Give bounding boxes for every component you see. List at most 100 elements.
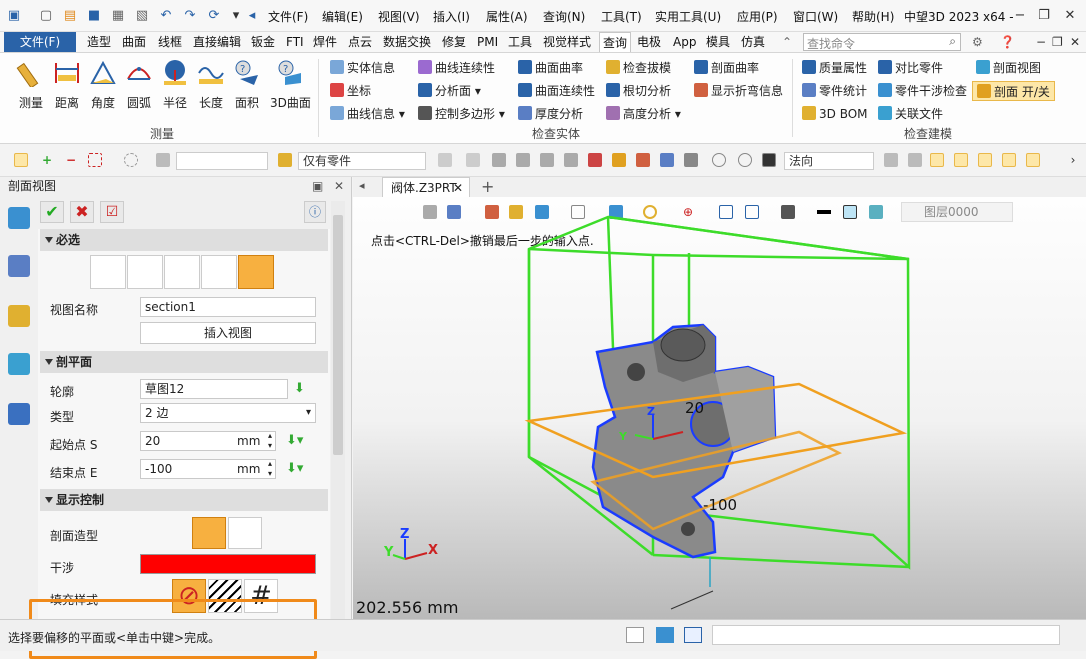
open-file-icon[interactable]: ▤ <box>62 8 78 24</box>
arc-button[interactable]: 圆弧 <box>122 57 156 111</box>
status-list-icon[interactable] <box>684 627 702 643</box>
empty-filter-combo[interactable] <box>176 152 268 170</box>
align2-icon[interactable] <box>516 153 530 167</box>
doc-close-icon[interactable]: ✕ <box>1070 32 1080 52</box>
interference-color-swatch[interactable] <box>140 554 316 574</box>
menu-insert[interactable]: 插入(I) <box>433 8 470 25</box>
lasso-icon[interactable] <box>124 153 138 167</box>
start-pick-icon[interactable]: ⬇▾ <box>286 433 303 448</box>
camera-icon[interactable] <box>684 153 698 167</box>
type-select[interactable]: 2 边 ▾ <box>140 403 316 423</box>
height-analysis-button[interactable]: 高度分析 ▾ <box>606 104 681 124</box>
interference-check-button[interactable]: 零件干涉检查 <box>878 81 967 101</box>
plane-section-header[interactable]: 剖平面 <box>40 351 328 373</box>
tag3-icon[interactable] <box>660 153 674 167</box>
settings-gear-icon[interactable]: ⚙ <box>972 32 983 52</box>
close-icon[interactable]: ✕ <box>1062 8 1078 24</box>
tab-fti[interactable]: FTI <box>286 32 304 52</box>
new-file-icon[interactable]: ▢ <box>38 8 54 24</box>
doc-restore-icon[interactable]: ❐ <box>1052 32 1063 52</box>
qa-dropdown-icon[interactable]: ▾ <box>228 8 244 24</box>
part-filter-combo[interactable]: 仅有零件 <box>298 152 426 170</box>
menu-edit[interactable]: 编辑(E) <box>322 8 363 25</box>
box-select-icon[interactable] <box>88 153 102 167</box>
area-button[interactable]: ? 面积 <box>230 57 264 111</box>
view-name-input[interactable]: section1 <box>140 297 316 317</box>
menu-tools[interactable]: 工具(T) <box>601 8 642 25</box>
cross-plane-section-icon[interactable] <box>164 255 200 289</box>
status-doc-icon[interactable] <box>626 627 644 643</box>
tab-app[interactable]: App <box>673 32 696 52</box>
part-filter-icon[interactable] <box>278 153 292 167</box>
tab-query[interactable]: 查询 <box>599 32 632 52</box>
end-spinner-icon[interactable]: ▴ ▾ <box>268 459 272 479</box>
line-icon[interactable] <box>978 153 992 167</box>
section-view-button[interactable]: 剖面视图 <box>976 58 1041 78</box>
coordinate-button[interactable]: 坐标 <box>330 81 371 101</box>
snap2-icon[interactable] <box>466 153 480 167</box>
tab-data-exchange[interactable]: 数据交换 <box>383 32 431 52</box>
add-icon[interactable]: + <box>40 153 54 167</box>
filter-icon[interactable] <box>156 153 170 167</box>
panel-scrollbar[interactable] <box>331 201 345 619</box>
align3-icon[interactable] <box>540 153 554 167</box>
start-spinner-icon[interactable]: ▴ ▾ <box>268 431 272 451</box>
length-button[interactable]: 长度 <box>194 57 228 111</box>
save-as-icon[interactable]: ▧ <box>134 8 150 24</box>
tab-direct-edit[interactable]: 直接编辑 <box>193 32 241 52</box>
doc-minimize-icon[interactable]: − <box>1036 32 1046 52</box>
surface-continuity-button[interactable]: 曲面连续性 <box>518 81 595 101</box>
section-curvature-button[interactable]: 剖面曲率 <box>694 58 759 78</box>
required-section-header[interactable]: 必选 <box>40 229 328 251</box>
align4-icon[interactable] <box>564 153 578 167</box>
tab-file[interactable]: 文件(F) <box>4 32 76 52</box>
end-point-input[interactable]: -100 mm ▴ ▾ <box>140 459 276 479</box>
display-section-header[interactable]: 显示控制 <box>40 489 328 511</box>
user-tab-icon[interactable] <box>8 403 30 425</box>
restore-icon[interactable]: ❐ <box>1036 8 1052 24</box>
command-search-input[interactable]: 查找命令 ⌕ <box>803 33 961 51</box>
measure-button[interactable]: 测量 <box>14 57 48 111</box>
distance-button[interactable]: 距离 <box>50 57 84 111</box>
points-icon[interactable] <box>954 153 968 167</box>
menu-query[interactable]: 查询(N) <box>543 8 585 25</box>
tab-point-cloud[interactable]: 点云 <box>348 32 372 52</box>
tab-tools[interactable]: 工具 <box>508 32 532 52</box>
status-display-icon[interactable] <box>656 627 674 643</box>
draft-check-button[interactable]: 检查拔模 <box>606 58 671 78</box>
section-toggle-button[interactable]: 剖面 开/关 <box>972 81 1055 101</box>
panel-scrollbar-thumb[interactable] <box>333 215 343 455</box>
related-files-button[interactable]: 关联文件 <box>878 104 943 124</box>
redo-icon[interactable]: ↷ <box>182 8 198 24</box>
arrow-icon[interactable] <box>588 153 602 167</box>
select-arrow-icon[interactable] <box>14 153 28 167</box>
tab-pmi[interactable]: PMI <box>477 32 498 52</box>
start-point-input[interactable]: 20 mm ▴ ▾ <box>140 431 276 451</box>
box-section-icon[interactable] <box>201 255 237 289</box>
cancel-x-icon[interactable]: ✖ <box>70 201 94 223</box>
tab-repair[interactable]: 修复 <box>442 32 466 52</box>
apply-icon[interactable]: ☑ <box>100 201 124 223</box>
profile-section-icon[interactable] <box>238 255 274 289</box>
info-icon[interactable]: ⓘ <box>304 201 326 223</box>
part-statistics-button[interactable]: 零件统计 <box>802 81 867 101</box>
end-pick-icon[interactable]: ⬇▾ <box>286 461 303 476</box>
toolbar-more-icon[interactable]: › <box>1066 153 1080 167</box>
direction-arrow2-icon[interactable] <box>908 153 922 167</box>
hollow-section-icon[interactable] <box>228 517 262 549</box>
plane-section-icon[interactable] <box>90 255 126 289</box>
history-tab-icon[interactable] <box>8 207 30 229</box>
line2-icon[interactable] <box>1002 153 1016 167</box>
direction-combo[interactable]: 法向 <box>784 152 874 170</box>
align-icon[interactable] <box>492 153 506 167</box>
thickness-analysis-button[interactable]: 厚度分析 <box>518 104 583 124</box>
3d-bom-button[interactable]: 3D BOM <box>802 104 868 124</box>
stop-icon[interactable] <box>762 153 776 167</box>
history-icon[interactable] <box>712 153 726 167</box>
tab-modeling[interactable]: 造型 <box>87 32 111 52</box>
part-tab-icon[interactable] <box>8 305 30 327</box>
tab-electrode[interactable]: 电极 <box>637 32 661 52</box>
panel-close-icon[interactable]: ✕ <box>334 177 344 195</box>
compare-parts-button[interactable]: 对比零件 <box>878 58 943 78</box>
panel-pin-icon[interactable]: ▣ <box>312 177 323 195</box>
